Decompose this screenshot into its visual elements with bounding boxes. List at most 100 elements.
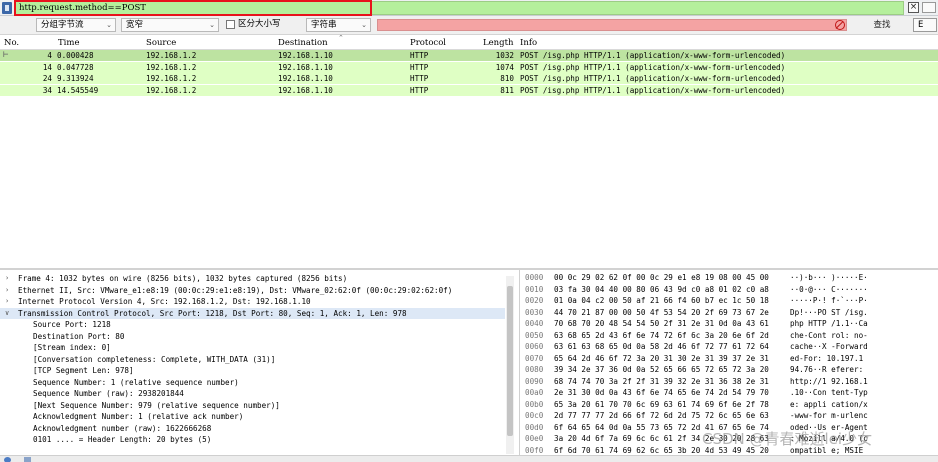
packet-no: 4 [47, 51, 52, 60]
scrollbar-thumb[interactable] [507, 286, 513, 436]
detail-row[interactable]: ∨ Transmission Control Protocol, Src Port… [0, 307, 505, 320]
byte-ascii: ··)·b··· )·····E· [790, 273, 868, 282]
detail-row[interactable]: [Next Sequence Number: 979 (relative seq… [0, 400, 505, 412]
byte-offset: 0040 [525, 319, 544, 328]
find-button[interactable]: 查找 [853, 18, 911, 32]
byte-ascii: che-Cont rol: no- [790, 330, 868, 340]
filter-expression-button[interactable] [922, 2, 936, 13]
col-info[interactable]: Info [520, 38, 537, 48]
packet-details-pane: › Frame 4: 1032 bytes on wire (8256 bits)… [0, 270, 517, 455]
bytes-row[interactable]: 0040 70 68 70 20 48 54 54 50 2f 31 2e 31 … [520, 318, 938, 330]
detail-row[interactable]: [TCP Segment Len: 978] [0, 365, 505, 377]
bytes-row[interactable]: 0050 63 68 65 2d 43 6f 6e 74 72 6f 6c 3a … [520, 330, 938, 342]
packet-source: 192.168.1.2 [146, 74, 197, 83]
selected-row-marker-icon: ⊢ [3, 50, 9, 60]
chevron-down-icon: ⌄ [361, 21, 367, 29]
detail-row[interactable]: Acknowledgment number (raw): 1622666268 [0, 423, 505, 435]
detail-row[interactable]: › Frame 4: 1032 bytes on wire (8256 bits)… [0, 273, 505, 285]
byte-ascii: -www-for m-urlenc [790, 411, 868, 420]
detail-text: Acknowledgment number (raw): 1622666268 [33, 423, 212, 433]
byte-offset: 0010 [525, 284, 544, 294]
bytes-row[interactable]: 0060 63 61 63 68 65 0d 0a 58 2d 46 6f 72 … [520, 341, 938, 353]
byte-ascii: ·····P·! f·`···P· [790, 296, 868, 305]
expand-down-icon[interactable]: ∨ [5, 308, 9, 320]
bookmark-icon[interactable] [2, 2, 12, 14]
detail-row[interactable]: Acknowledgment Number: 1 (relative ack n… [0, 411, 505, 423]
byte-hex: 01 0a 04 c2 00 50 af 21 66 f4 60 b7 ec 1… [554, 296, 769, 305]
byte-offset: 00f0 [525, 445, 544, 455]
search-type-select[interactable]: 字符串 ⌄ [306, 18, 371, 32]
detail-row[interactable]: 0101 .... = Header Length: 20 bytes (5) [0, 434, 505, 446]
bytes-row[interactable]: 0000 00 0c 29 02 62 0f 00 0c 29 e1 e8 19 … [520, 272, 938, 284]
details-scrollbar[interactable] [506, 276, 514, 454]
col-destination[interactable]: Destination [278, 38, 328, 48]
edit-comment-icon[interactable] [24, 457, 31, 462]
packet-row[interactable]: 24 9.313924 192.168.1.2 192.168.1.10 HTT… [0, 73, 938, 84]
cancel-button[interactable]: E [913, 18, 937, 32]
capture-status-icon[interactable] [4, 457, 11, 462]
detail-row[interactable]: Source Port: 1218 [0, 319, 505, 331]
byte-hex: 65 3a 20 61 70 70 6c 69 63 61 74 69 6f 6… [554, 399, 769, 409]
byte-offset: 00a0 [525, 388, 544, 397]
bytes-row[interactable]: 00c0 2d 77 77 77 2d 66 6f 72 6d 2d 75 72 … [520, 410, 938, 422]
search-input[interactable] [377, 19, 847, 31]
packet-row[interactable]: 34 14.545549 192.168.1.2 192.168.1.10 HT… [0, 84, 938, 96]
packet-no: 24 [42, 74, 52, 83]
byte-hex: 65 64 2d 46 6f 72 3a 20 31 30 2e 31 39 3… [554, 353, 769, 363]
bytes-row[interactable]: 00a0 2e 31 30 0d 0a 43 6f 6e 74 65 6e 74 … [520, 387, 938, 399]
packet-destination: 192.168.1.10 [278, 85, 333, 95]
bytes-row[interactable]: 0090 68 74 74 70 3a 2f 2f 31 39 32 2e 31 … [520, 376, 938, 388]
col-time[interactable]: Time [58, 38, 79, 48]
detail-row[interactable]: [Stream index: 0] [0, 342, 505, 354]
search-in-value: 分组字节流 [41, 20, 84, 30]
sort-arrow-icon: ⌃ [338, 34, 344, 42]
detail-row[interactable]: Sequence Number (raw): 2938201844 [0, 388, 505, 400]
bytes-row[interactable]: 0080 39 34 2e 37 36 0d 0a 52 65 66 65 72 … [520, 364, 938, 376]
packet-no: 34 [42, 85, 52, 95]
search-in-select[interactable]: 分组字节流 ⌄ [36, 18, 116, 32]
packet-protocol: HTTP [410, 62, 429, 72]
expand-right-icon[interactable]: › [5, 296, 9, 308]
detail-row[interactable]: › Ethernet II, Src: VMware_e1:e8:19 (00:0… [0, 285, 505, 297]
byte-offset: 0030 [525, 307, 544, 317]
col-length[interactable]: Length [483, 38, 513, 48]
packet-time: 9.313924 [57, 74, 94, 83]
detail-text: [Stream index: 0] [33, 343, 111, 352]
bytes-row[interactable]: 0020 01 0a 04 c2 00 50 af 21 66 f4 60 b7 … [520, 295, 938, 307]
expand-right-icon[interactable]: › [5, 285, 9, 297]
clear-search-icon[interactable] [835, 20, 845, 30]
detail-row[interactable]: Sequence Number: 1 (relative sequence nu… [0, 377, 505, 389]
detail-row[interactable]: Destination Port: 80 [0, 331, 505, 343]
byte-ascii: Dp!···PO ST /isg. [790, 307, 868, 317]
byte-offset: 00b0 [525, 399, 544, 409]
byte-hex: 68 74 74 70 3a 2f 2f 31 39 32 2e 31 36 3… [554, 376, 769, 386]
packet-protocol: HTTP [410, 51, 429, 60]
byte-offset: 00e0 [525, 434, 544, 443]
packet-time: 0.047728 [57, 62, 94, 72]
byte-offset: 0050 [525, 330, 544, 340]
bytes-row[interactable]: 0010 03 fa 30 04 40 00 80 06 43 9d c0 a8 … [520, 284, 938, 296]
packet-info: POST /isg.php HTTP/1.1 (application/x-ww… [520, 85, 786, 95]
expand-right-icon[interactable]: › [5, 273, 9, 285]
case-sensitive-checkbox[interactable] [226, 20, 235, 29]
packet-destination: 192.168.1.10 [278, 74, 333, 83]
detail-row[interactable]: [Conversation completeness: Complete, WI… [0, 354, 505, 366]
col-protocol[interactable]: Protocol [410, 38, 446, 48]
detail-row[interactable]: › Internet Protocol Version 4, Src: 192.1… [0, 296, 505, 308]
bytes-row[interactable]: 0030 44 70 21 87 00 00 50 4f 53 54 20 2f … [520, 307, 938, 319]
bytes-row[interactable]: 0070 65 64 2d 46 6f 72 3a 20 31 30 2e 31 … [520, 353, 938, 365]
col-no[interactable]: No. [4, 38, 19, 48]
char-width-select[interactable]: 宽窄 ⌄ [121, 18, 219, 32]
byte-ascii: http://1 92.168.1 [790, 376, 868, 386]
byte-offset: 00c0 [525, 411, 544, 420]
byte-hex: 2d 77 77 77 2d 66 6f 72 6d 2d 75 72 6c 6… [554, 411, 769, 420]
packet-list: No. Time Source Destination ⌃ Protocol L… [0, 34, 938, 268]
packet-row[interactable]: ⊢ 4 0.000428 192.168.1.2 192.168.1.10 HT… [0, 50, 938, 61]
watermark: CSDN @青春难逝lei少女 [702, 430, 873, 448]
close-icon[interactable]: × [908, 2, 919, 13]
packet-length: 1032 [495, 51, 514, 60]
packet-row[interactable]: 14 0.047728 192.168.1.2 192.168.1.10 HTT… [0, 61, 938, 73]
col-source[interactable]: Source [146, 38, 176, 48]
byte-hex: 63 61 63 68 65 0d 0a 58 2d 46 6f 72 77 6… [554, 342, 769, 351]
bytes-row[interactable]: 00b0 65 3a 20 61 70 70 6c 69 63 61 74 69 … [520, 399, 938, 411]
